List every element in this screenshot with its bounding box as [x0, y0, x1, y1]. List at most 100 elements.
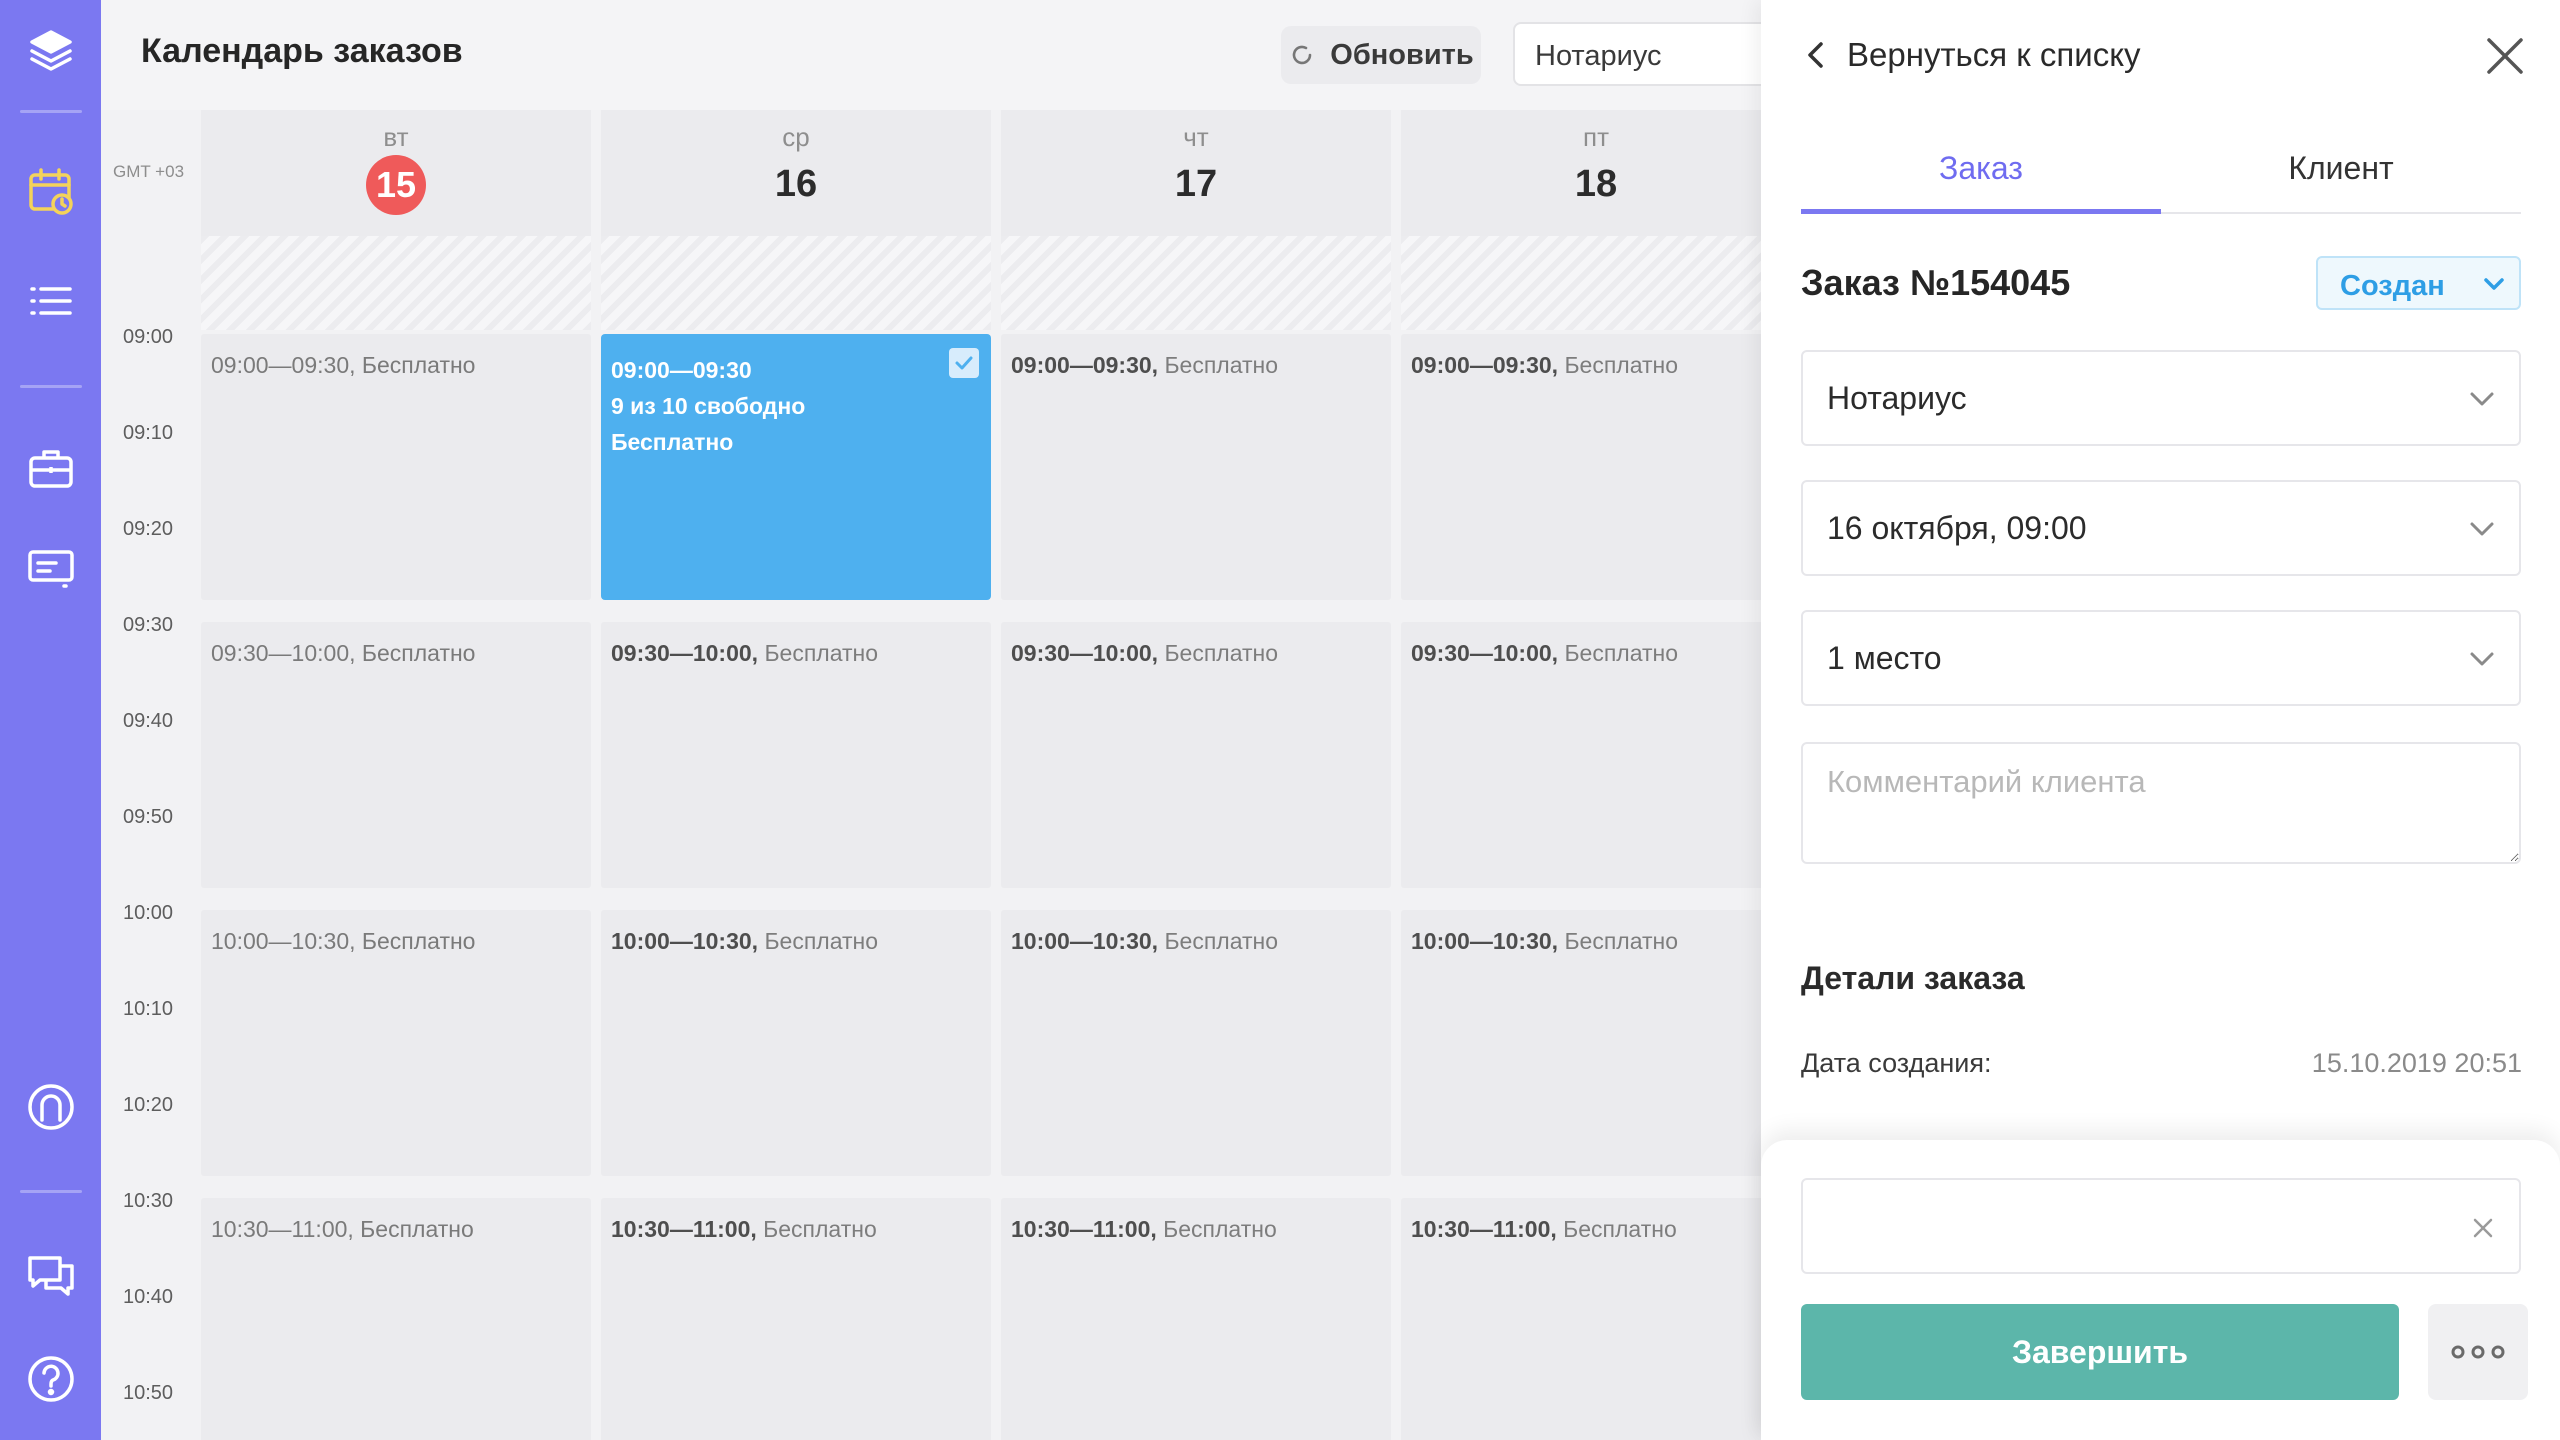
clear-icon[interactable]	[2471, 1216, 2495, 1240]
time-slot[interactable]: 09:00—09:30, Бесплатно	[1401, 334, 1791, 600]
order-details-title: Детали заказа	[1801, 960, 2025, 996]
time-slot[interactable]: 10:30—11:00, Бесплатно	[201, 1198, 591, 1440]
time-label: 10:50	[123, 1382, 174, 1404]
day-header-thu[interactable]: чт 17	[1001, 110, 1391, 236]
service-select[interactable]: Нотариус	[1801, 350, 2521, 446]
time-slot[interactable]: 09:00—09:30, Бесплатно	[201, 334, 591, 600]
slot-time: 10:30—11:00,	[1011, 1216, 1157, 1242]
slot-price: Бесплатно	[611, 429, 734, 455]
date-value: 16 октября, 09:00	[1827, 510, 2087, 546]
chevron-down-icon	[2484, 278, 2504, 290]
places-value: 1 место	[1827, 640, 1942, 676]
time-slot[interactable]: 10:30—11:00, Бесплатно	[1001, 1198, 1391, 1440]
panel-tabs: Заказ Клиент	[1801, 142, 2521, 214]
unavailable-area	[1001, 236, 1391, 330]
slot-price: Бесплатно	[1563, 1216, 1677, 1242]
slot-price: Бесплатно	[1164, 352, 1279, 378]
close-icon	[2487, 38, 2523, 74]
chat-icon[interactable]	[22, 1246, 80, 1304]
chevron-down-icon	[2470, 392, 2494, 406]
service-value: Нотариус	[1827, 380, 1967, 416]
logo-icon[interactable]	[22, 22, 80, 80]
slot-time: 10:30—11:00,	[1411, 1216, 1557, 1242]
slot-time: 09:30—10:00,	[1411, 640, 1559, 666]
time-slot[interactable]: 10:00—10:30, Бесплатно	[601, 910, 991, 1176]
time-slot[interactable]: 09:30—10:00, Бесплатно	[1001, 622, 1391, 888]
time-label: 09:00	[123, 326, 174, 348]
close-button[interactable]	[2481, 32, 2529, 80]
created-date-value: 15.10.2019 20:51	[2311, 1048, 2522, 1078]
back-label: Вернуться к списку	[1847, 36, 2141, 73]
client-comment-textarea[interactable]	[1801, 742, 2521, 864]
tab-client[interactable]: Клиент	[2161, 150, 2521, 214]
slot-price: Бесплатно	[1163, 1216, 1277, 1242]
service-filter-select[interactable]: Нотариус	[1513, 22, 1793, 86]
slot-price: Бесплатно	[1164, 928, 1279, 954]
checkbox-checked-icon[interactable]	[949, 348, 979, 378]
day-name: ср	[782, 122, 810, 152]
day-name: чт	[1183, 122, 1209, 152]
refresh-button[interactable]: Обновить	[1281, 26, 1481, 84]
day-header-tue[interactable]: вт 15	[201, 110, 591, 236]
time-slot[interactable]: 10:30—11:00, Бесплатно	[1401, 1198, 1791, 1440]
order-details-panel: Вернуться к списку Заказ Клиент Заказ №1…	[1761, 0, 2560, 1440]
time-label: 09:30	[123, 614, 174, 636]
time-label: 10:00	[123, 902, 174, 924]
unavailable-area	[1401, 236, 1791, 330]
support-icon[interactable]	[22, 1078, 80, 1136]
message-icon[interactable]	[22, 540, 80, 598]
day-header-wed[interactable]: ср 16	[601, 110, 991, 236]
places-select[interactable]: 1 место	[1801, 610, 2521, 706]
back-to-list-link[interactable]: Вернуться к списку	[1805, 36, 2141, 74]
time-slot[interactable]: 09:00—09:30, Бесплатно	[1001, 334, 1391, 600]
slot-time: 09:00—09:30	[611, 357, 752, 383]
time-slot[interactable]: 09:30—10:00, Бесплатно	[201, 622, 591, 888]
calendar-icon[interactable]	[22, 162, 80, 220]
more-button[interactable]	[2428, 1304, 2528, 1400]
slot-price: Бесплатно	[764, 928, 879, 954]
date-select[interactable]: 16 октября, 09:00	[1801, 480, 2521, 576]
day-number: 17	[1174, 163, 1218, 205]
slot-time: 10:00—10:30,	[1411, 928, 1559, 954]
status-select[interactable]: Создан	[2316, 256, 2521, 310]
briefcase-icon[interactable]	[22, 440, 80, 498]
day-number: 16	[774, 163, 818, 205]
slot-time: 09:00—09:30,	[1411, 352, 1559, 378]
page-title: Календарь заказов	[141, 32, 463, 70]
tab-order[interactable]: Заказ	[1801, 150, 2161, 214]
slot-time: 10:00—10:30,	[611, 928, 759, 954]
footer-input[interactable]	[1801, 1178, 2521, 1274]
sidebar-divider	[20, 1190, 82, 1193]
sidebar-divider	[20, 385, 82, 388]
time-slot[interactable]: 09:30—10:00, Бесплатно	[601, 622, 991, 888]
time-slot[interactable]: 10:00—10:30, Бесплатно	[1401, 910, 1791, 1176]
refresh-label: Обновить	[1330, 38, 1474, 71]
time-slot[interactable]: 10:00—10:30, Бесплатно	[1001, 910, 1391, 1176]
slot-text: 09:30—10:00, Бесплатно	[211, 640, 476, 666]
slot-time: 10:00—10:30,	[1011, 928, 1159, 954]
time-slot[interactable]: 10:00—10:30, Бесплатно	[201, 910, 591, 1176]
header: Календарь заказов Обновить Нотариус	[101, 0, 1793, 110]
selected-time-slot[interactable]: 09:00—09:30 9 из 10 свободно Бесплатно	[601, 334, 991, 600]
time-label: 09:20	[123, 518, 174, 540]
day-number: 18	[1574, 163, 1618, 205]
slot-time: 10:30—11:00,	[611, 1216, 757, 1242]
finish-button[interactable]: Завершить	[1801, 1304, 2399, 1400]
time-slot[interactable]: 09:30—10:00, Бесплатно	[1401, 622, 1791, 888]
day-header-fri[interactable]: пт 18	[1401, 110, 1791, 236]
refresh-icon	[1293, 45, 1312, 65]
time-label: 10:40	[123, 1286, 174, 1308]
slot-price: Бесплатно	[1564, 352, 1679, 378]
time-label: 10:10	[123, 998, 174, 1020]
sidebar	[0, 0, 101, 1440]
help-icon[interactable]	[22, 1350, 80, 1408]
slot-time: 09:00—09:30,	[1011, 352, 1159, 378]
time-label: 09:40	[123, 710, 174, 732]
slot-price: Бесплатно	[764, 640, 879, 666]
order-title: Заказ №154045	[1801, 262, 2071, 303]
day-name: вт	[383, 122, 409, 152]
slot-price: Бесплатно	[1564, 928, 1679, 954]
slot-time: 09:30—10:00,	[611, 640, 759, 666]
list-icon[interactable]	[22, 272, 80, 330]
time-slot[interactable]: 10:30—11:00, Бесплатно	[601, 1198, 991, 1440]
